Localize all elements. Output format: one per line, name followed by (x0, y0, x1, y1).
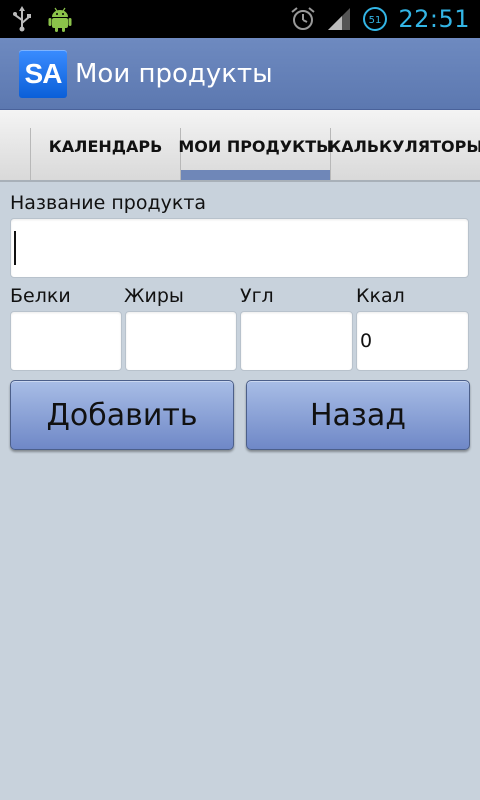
kcal-input[interactable]: 0 (356, 311, 469, 371)
android-debug-icon (48, 5, 72, 33)
fat-input[interactable] (125, 311, 237, 371)
status-bar: 51 22:51 (0, 0, 480, 38)
back-button[interactable]: Назад (246, 380, 470, 450)
alarm-icon (290, 6, 316, 32)
product-name-input[interactable] (10, 218, 469, 278)
action-bar: SA Мои продукты (0, 38, 480, 110)
selected-tab-indicator (181, 170, 330, 180)
signal-icon (326, 6, 352, 32)
page-title: Мои продукты (75, 58, 273, 89)
kcal-value: 0 (360, 330, 373, 352)
tab-bar: КАЛЕНДАРЬ МОИ ПРОДУКТЫ КАЛЬКУЛЯТОРЫ (0, 110, 480, 182)
battery-level: 51 (369, 15, 382, 26)
clock: 22:51 (398, 5, 470, 33)
tab-calendar[interactable]: КАЛЕНДАРЬ (31, 110, 180, 182)
protein-label: Белки (10, 285, 71, 307)
text-cursor (14, 231, 16, 265)
add-button[interactable]: Добавить (10, 380, 234, 450)
protein-input[interactable] (10, 311, 122, 371)
product-name-label: Название продукта (10, 192, 207, 214)
usb-icon (12, 6, 32, 32)
kcal-label: Ккал (356, 285, 405, 307)
battery-icon: 51 (362, 6, 388, 32)
tab-calculators[interactable]: КАЛЬКУЛЯТОРЫ (328, 110, 480, 182)
carbs-input[interactable] (240, 311, 353, 371)
carbs-label: Угл (240, 285, 274, 307)
app-logo[interactable]: SA (19, 49, 67, 98)
fat-label: Жиры (124, 285, 184, 307)
